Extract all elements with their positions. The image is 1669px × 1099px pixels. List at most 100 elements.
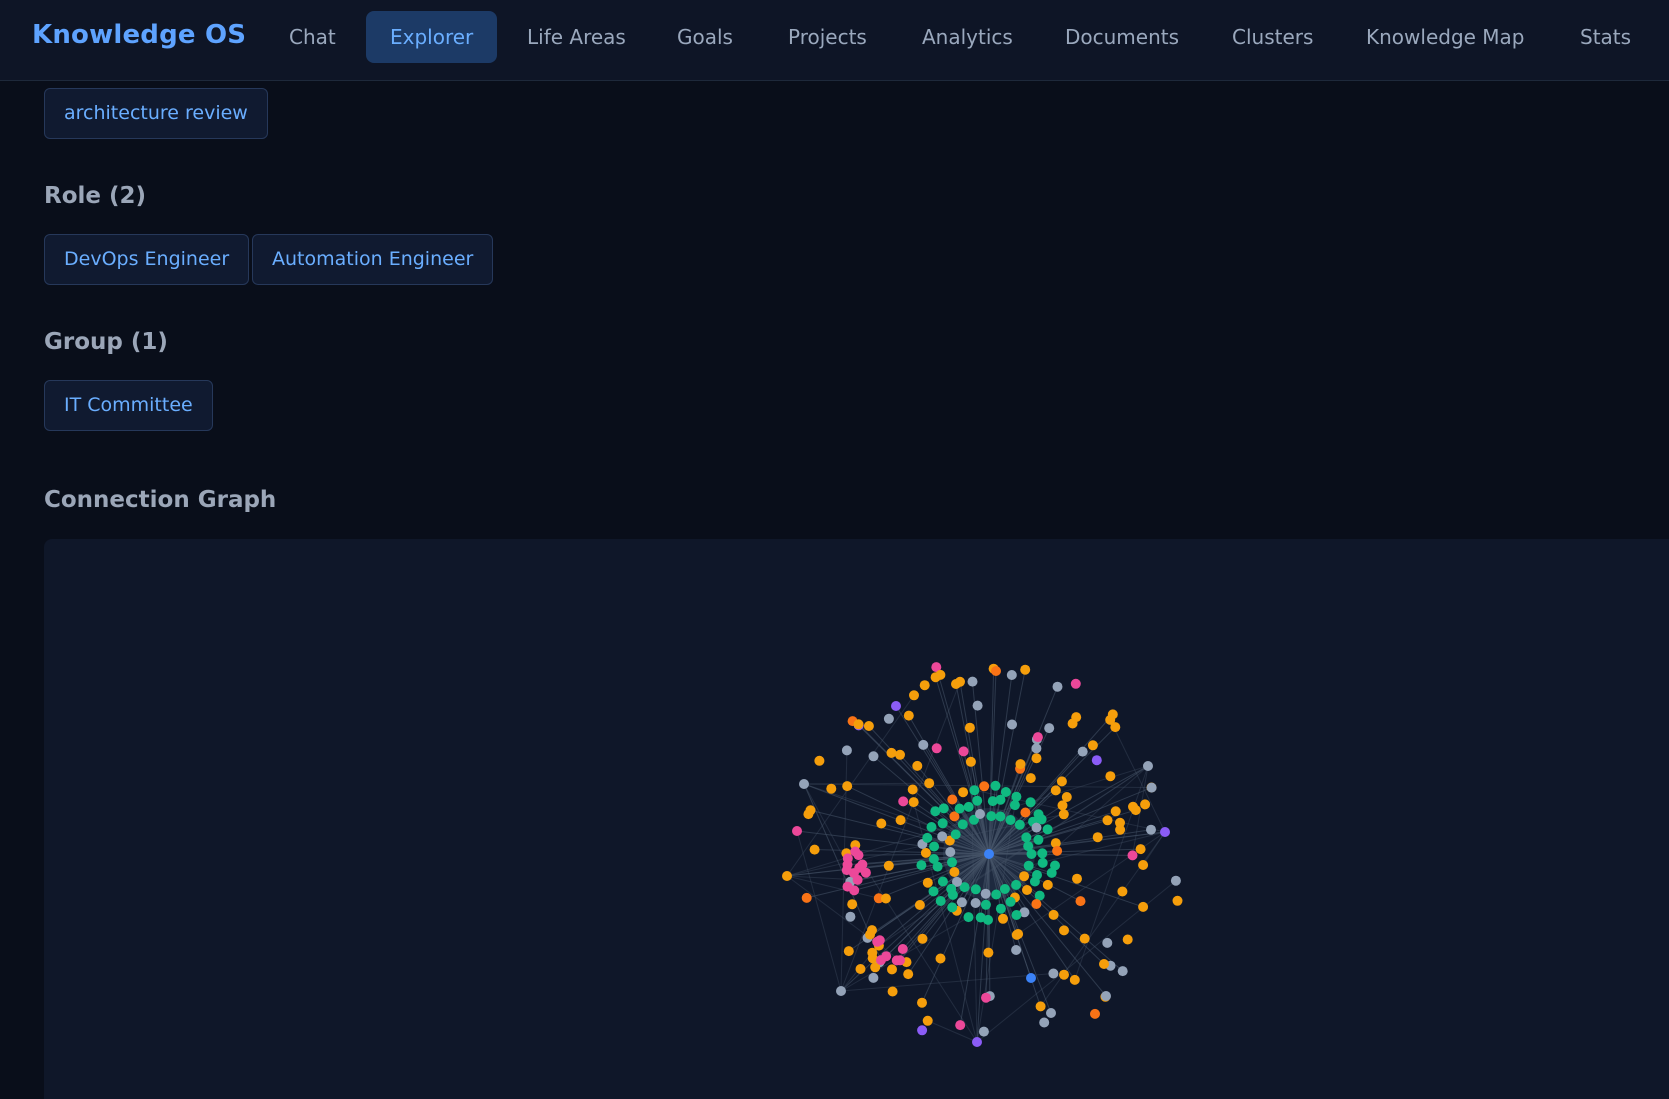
- graph-node[interactable]: [1015, 759, 1026, 770]
- graph-node[interactable]: [980, 899, 991, 910]
- graph-node[interactable]: [963, 912, 974, 923]
- graph-node[interactable]: [1021, 832, 1032, 843]
- graph-node[interactable]: [1025, 773, 1036, 784]
- graph-node[interactable]: [935, 669, 946, 680]
- graph-node[interactable]: [970, 898, 981, 908]
- graph-node[interactable]: [1172, 895, 1183, 906]
- graph-node[interactable]: [1058, 809, 1069, 820]
- graph-node[interactable]: [1019, 871, 1030, 882]
- graph-node[interactable]: [895, 749, 905, 760]
- graph-node[interactable]: [912, 760, 923, 771]
- nav-chat[interactable]: Chat: [265, 11, 360, 63]
- graph-node[interactable]: [809, 844, 820, 855]
- graph-node[interactable]: [1105, 714, 1116, 725]
- graph-node[interactable]: [999, 884, 1010, 894]
- graph-node[interactable]: [1117, 886, 1128, 897]
- graph-node[interactable]: [853, 719, 864, 730]
- graph-node[interactable]: [916, 860, 927, 871]
- graph-node[interactable]: [967, 676, 978, 687]
- nav-projects[interactable]: Projects: [764, 11, 891, 63]
- graph-node-outlier[interactable]: [1143, 761, 1153, 771]
- graph-node[interactable]: [978, 1026, 989, 1037]
- graph-node[interactable]: [1105, 771, 1116, 782]
- graph-node[interactable]: [935, 896, 946, 906]
- graph-node[interactable]: [841, 745, 852, 756]
- nav-knowledge-map[interactable]: Knowledge Map: [1342, 11, 1549, 63]
- graph-node[interactable]: [1075, 896, 1086, 907]
- graph-node[interactable]: [1170, 875, 1181, 886]
- graph-node[interactable]: [849, 885, 860, 896]
- graph-node[interactable]: [1032, 732, 1043, 743]
- graph-node[interactable]: [970, 884, 981, 895]
- graph-node[interactable]: [1011, 945, 1022, 955]
- graph-node[interactable]: [928, 854, 939, 864]
- graph-node[interactable]: [847, 899, 858, 910]
- graph-node[interactable]: [1020, 664, 1031, 675]
- graph-node[interactable]: [881, 951, 892, 962]
- graph-node-outlier[interactable]: [991, 666, 1001, 676]
- graph-node[interactable]: [1146, 824, 1156, 835]
- graph-node[interactable]: [908, 797, 919, 808]
- graph-node[interactable]: [872, 936, 883, 947]
- graph-node[interactable]: [801, 892, 812, 903]
- nav-goals[interactable]: Goals: [653, 11, 757, 63]
- graph-node[interactable]: [972, 700, 983, 711]
- graph-node[interactable]: [1092, 832, 1103, 843]
- graph-node[interactable]: [868, 751, 879, 762]
- graph-node[interactable]: [863, 721, 874, 731]
- graph-node[interactable]: [937, 876, 948, 887]
- graph-node[interactable]: [887, 986, 898, 997]
- graph-node-outlier[interactable]: [782, 871, 792, 881]
- graph-node[interactable]: [1077, 746, 1088, 757]
- nav-life-areas[interactable]: Life Areas: [503, 11, 650, 63]
- graph-node[interactable]: [814, 755, 825, 766]
- connection-graph-panel[interactable]: [44, 539, 1669, 1099]
- graph-node[interactable]: [1025, 797, 1036, 808]
- graph-node[interactable]: [903, 969, 914, 980]
- graph-node[interactable]: [920, 847, 931, 858]
- graph-node[interactable]: [1023, 860, 1034, 871]
- graph-node[interactable]: [975, 809, 985, 819]
- graph-node[interactable]: [922, 832, 933, 843]
- graph-node[interactable]: [931, 743, 942, 754]
- graph-node[interactable]: [855, 964, 866, 974]
- graph-node[interactable]: [1146, 782, 1157, 793]
- graph-node[interactable]: [957, 819, 968, 830]
- graph-node[interactable]: [917, 933, 928, 944]
- graph-node[interactable]: [845, 911, 856, 922]
- graph-node-outlier[interactable]: [792, 826, 802, 836]
- graph-node[interactable]: [1087, 740, 1098, 751]
- graph-node[interactable]: [895, 815, 906, 826]
- graph-node[interactable]: [1122, 934, 1133, 945]
- graph-node[interactable]: [964, 722, 975, 733]
- graph-node-outlier[interactable]: [1101, 991, 1111, 1001]
- graph-node[interactable]: [1022, 885, 1032, 895]
- graph-node[interactable]: [1059, 925, 1069, 936]
- graph-node[interactable]: [1091, 755, 1102, 766]
- graph-node[interactable]: [1037, 857, 1048, 868]
- graph-node[interactable]: [1079, 933, 1090, 944]
- graph-node[interactable]: [1023, 841, 1034, 852]
- graph-node-outlier[interactable]: [951, 679, 961, 689]
- graph-node[interactable]: [975, 912, 986, 923]
- group-chip-it-committee[interactable]: IT Committee: [44, 380, 213, 431]
- graph-node[interactable]: [1052, 845, 1063, 856]
- graph-node[interactable]: [924, 778, 935, 789]
- nav-stats[interactable]: Stats: [1556, 11, 1655, 63]
- graph-node[interactable]: [1031, 753, 1042, 764]
- graph-node[interactable]: [1011, 879, 1022, 890]
- graph-node[interactable]: [955, 1020, 966, 1031]
- graph-node[interactable]: [929, 841, 940, 852]
- graph-node[interactable]: [1102, 937, 1113, 948]
- graph-node[interactable]: [868, 972, 879, 983]
- graph-node[interactable]: [898, 796, 909, 807]
- graph-node[interactable]: [991, 889, 1002, 900]
- graph-node[interactable]: [1039, 1017, 1050, 1028]
- graph-node[interactable]: [947, 902, 958, 913]
- nav-documents[interactable]: Documents: [1041, 11, 1203, 63]
- graph-node[interactable]: [949, 867, 960, 877]
- graph-node-outlier[interactable]: [972, 1037, 982, 1047]
- connection-graph-canvas[interactable]: [44, 539, 1669, 1099]
- graph-node[interactable]: [922, 877, 933, 888]
- graph-node[interactable]: [1127, 850, 1138, 861]
